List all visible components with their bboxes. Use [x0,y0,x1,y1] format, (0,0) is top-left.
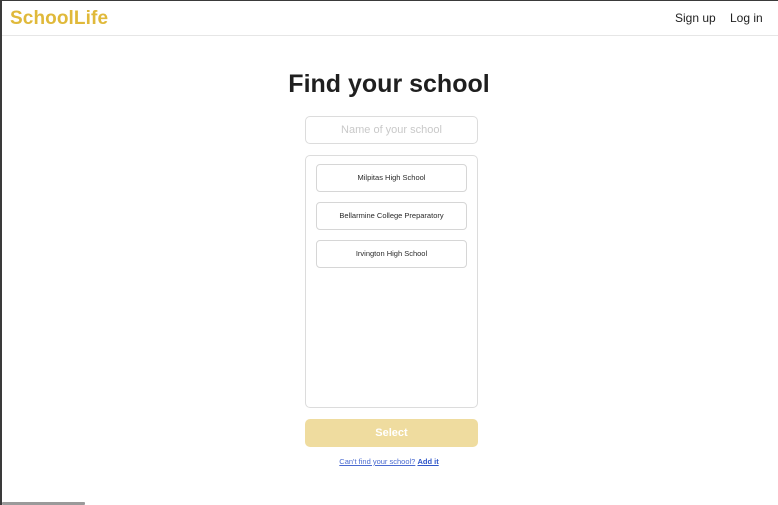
school-option-milpitas[interactable]: Milpitas High School [316,164,467,192]
school-option-bellarmine[interactable]: Bellarmine College Preparatory [316,202,467,230]
select-button[interactable]: Select [305,419,478,447]
brand-logo[interactable]: SchoolLife [10,8,108,30]
school-results-list: Milpitas High School Bellarmine College … [305,155,478,408]
help-text: Can't find your school? [339,457,416,466]
top-navbar: SchoolLife Sign up Log in [2,1,778,36]
page-title: Find your school [288,70,490,98]
login-link[interactable]: Log in [730,11,763,25]
signup-link[interactable]: Sign up [675,11,716,25]
school-option-irvington[interactable]: Irvington High School [316,240,467,268]
school-search-input[interactable] [305,116,478,144]
add-school-prompt: Can't find your school? Add it [0,457,778,466]
add-school-link[interactable]: Add it [417,457,438,466]
